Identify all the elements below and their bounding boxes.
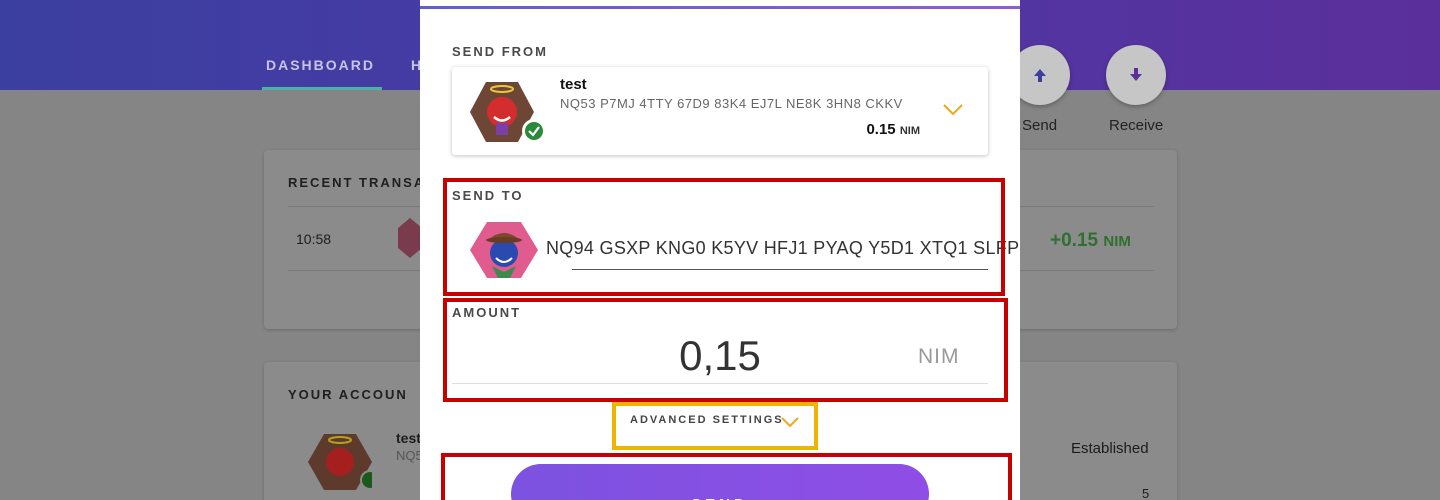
send-action-label: Send bbox=[1022, 117, 1058, 134]
sender-balance-value: 0.15 bbox=[866, 121, 896, 138]
sender-account-selector[interactable]: test NQ53 P7MJ 4TTY 67D9 83K4 EJ7L NE8K … bbox=[452, 67, 988, 155]
tab-dashboard[interactable]: DASHBOARD bbox=[266, 57, 375, 73]
active-tab-indicator bbox=[262, 87, 382, 90]
receive-action-label: Receive bbox=[1109, 117, 1164, 134]
chevron-down-icon[interactable] bbox=[943, 104, 963, 116]
transaction-amount-unit: NIM bbox=[1103, 233, 1131, 250]
account-status: Established bbox=[1071, 440, 1149, 457]
transaction-amount: +0.15 NIM bbox=[1050, 230, 1131, 252]
recent-transactions-title: RECENT TRANSA bbox=[288, 175, 426, 190]
arrow-down-icon bbox=[1130, 68, 1142, 81]
account-address: NQ5 bbox=[396, 448, 423, 463]
account-count: 5 bbox=[1142, 486, 1150, 500]
highlight-send-to bbox=[443, 178, 1005, 296]
highlight-send-button bbox=[441, 453, 1012, 500]
account-name: test bbox=[396, 430, 421, 446]
sender-account-name: test bbox=[560, 76, 587, 93]
account-avatar bbox=[308, 432, 380, 492]
check-circle-icon bbox=[525, 122, 543, 140]
sender-avatar bbox=[470, 79, 552, 145]
highlight-advanced-settings bbox=[612, 402, 818, 450]
transaction-time: 10:58 bbox=[296, 231, 332, 247]
modal-accent-line bbox=[420, 6, 1020, 9]
send-from-label: SEND FROM bbox=[452, 44, 548, 59]
transaction-amount-value: +0.15 bbox=[1050, 230, 1099, 251]
receive-action-button[interactable] bbox=[1106, 45, 1166, 105]
sender-account-address: NQ53 P7MJ 4TTY 67D9 83K4 EJ7L NE8K 3HN8 … bbox=[560, 96, 903, 111]
highlight-amount bbox=[443, 298, 1008, 402]
sender-balance-unit: NIM bbox=[899, 125, 920, 137]
sender-account-balance: 0.15 NIM bbox=[812, 121, 920, 138]
your-accounts-title: YOUR ACCOUN bbox=[288, 387, 408, 402]
